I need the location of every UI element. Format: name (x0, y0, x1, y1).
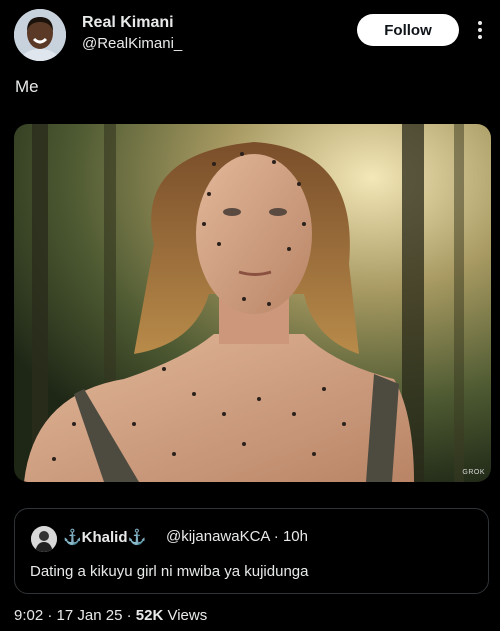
post-header: Real Kimani @RealKimani_ Follow (0, 0, 500, 70)
post-date[interactable]: 17 Jan 25 (57, 607, 123, 624)
post-text: Me (15, 77, 39, 96)
author-display-name[interactable]: Real Kimani (82, 14, 174, 32)
quoted-author-name: ⚓Khalid⚓ (63, 529, 147, 546)
follow-button[interactable]: Follow (357, 14, 459, 46)
grok-logo-icon: GROK (462, 469, 485, 476)
quoted-post-card[interactable]: ⚓Khalid⚓ @kijanawaKCA · 10h Dating a kik… (14, 508, 489, 594)
views-label: Views (167, 607, 208, 624)
post-time[interactable]: 9:02 (14, 607, 43, 624)
quoted-post-time: 10h (282, 528, 308, 545)
meta-separator: · (126, 607, 132, 624)
author-handle[interactable]: @RealKimani_ (82, 35, 182, 52)
meta-separator: · (273, 528, 279, 545)
meta-separator: · (47, 607, 53, 624)
more-vertical-icon[interactable] (474, 18, 486, 42)
quoted-author-avatar (31, 526, 57, 552)
quoted-post-text: Dating a kikuyu girl ni mwiba ya kujidun… (30, 563, 309, 580)
post-media-image[interactable]: GROK (14, 124, 491, 482)
author-avatar[interactable] (14, 9, 66, 61)
quoted-author-handle: @kijanawaKCA (166, 528, 270, 545)
views-count: 52K (135, 607, 164, 624)
quoted-author-meta: @kijanawaKCA · 10h (166, 528, 308, 545)
post-meta: 9:02 · 17 Jan 25 · 52K Views (14, 607, 207, 624)
